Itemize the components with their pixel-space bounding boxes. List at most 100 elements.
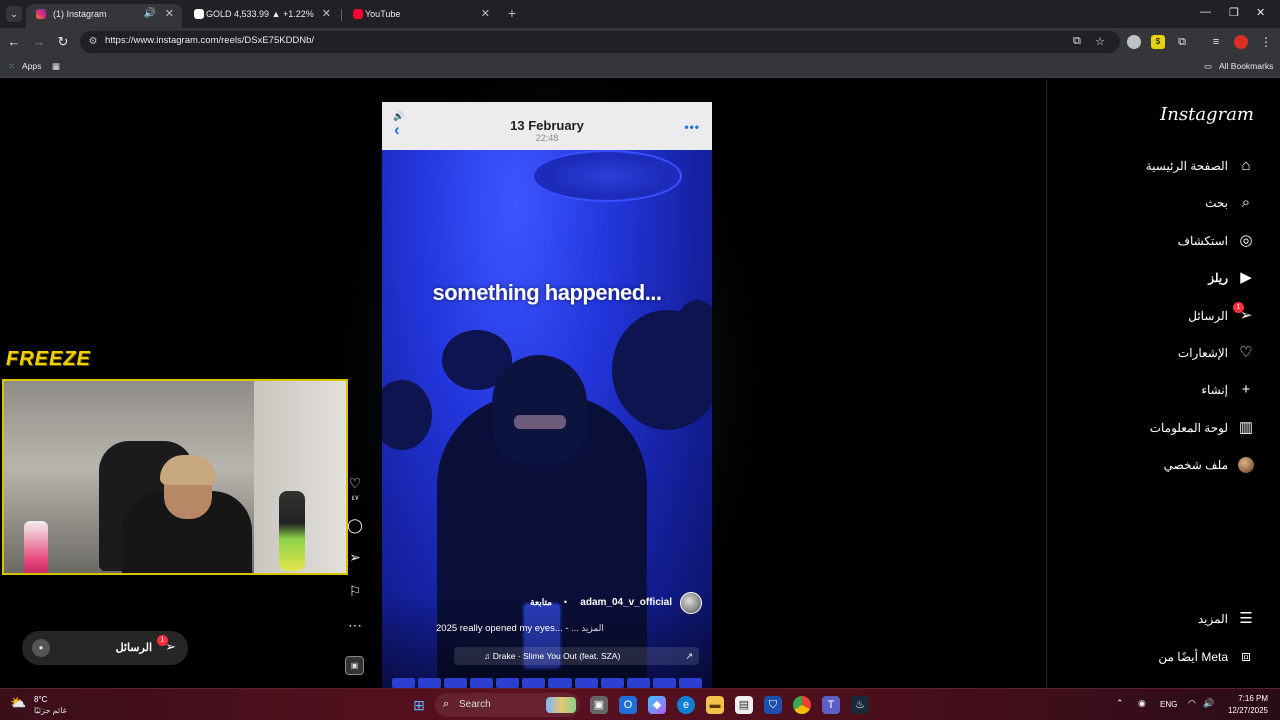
tab-strip: ⌄ (1) Instagram 🔊 ✕ GOLD 4,533.99 ▲ +1.2… [0, 0, 1280, 28]
crowd-shape [382, 380, 432, 450]
extensions-puzzle-icon[interactable]: ⧉ [1175, 35, 1189, 49]
meta-apps-icon: ⧈ [1241, 648, 1251, 665]
more-link[interactable]: ... المزيد [571, 623, 604, 633]
forward-icon[interactable]: → [31, 34, 47, 50]
tray-chevron-icon[interactable]: ⌃ [1116, 698, 1124, 709]
tab-gold[interactable]: GOLD 4,533.99 ▲ +1.22% Unn ✕ [184, 4, 339, 28]
extension-dollar-icon[interactable]: $ [1151, 35, 1165, 49]
reel-description[interactable]: 2025 really opened my eyes... - ... المز… [436, 623, 686, 634]
sidebar-more[interactable]: المزيد ☰ [1056, 609, 1256, 631]
figure-head [492, 355, 587, 465]
close-tab-icon[interactable]: ✕ [165, 4, 174, 24]
store-icon[interactable]: ▤ [735, 696, 753, 714]
author-avatar[interactable] [680, 592, 702, 614]
sidebar-item-home[interactable]: الصفحة الرئيسية ⌂ [1056, 156, 1256, 178]
extension-circle-icon[interactable] [1127, 35, 1141, 49]
tab-groups-icon[interactable]: ▦ [52, 61, 60, 72]
more-dots-icon: ••• [684, 120, 700, 134]
tab-separator [341, 9, 342, 21]
author-name[interactable]: adam_04_v_official [580, 597, 672, 608]
teams-icon[interactable]: T [822, 696, 840, 714]
audio-thumbnail-icon[interactable]: ▣ [345, 656, 364, 675]
tab-instagram[interactable]: (1) Instagram 🔊 ✕ [26, 4, 182, 28]
instagram-logo[interactable]: Instagram [1160, 104, 1254, 125]
sidebar-item-notifications[interactable]: الإشعارات ♡ [1056, 343, 1256, 365]
sidebar-item-dashboard[interactable]: لوحة المعلومات ▥ [1056, 418, 1256, 440]
reel-video[interactable]: 🔊 ‹ 13 February 22:48 ••• something happ… [382, 102, 712, 688]
reload-icon[interactable]: ↻ [55, 34, 71, 50]
partly-cloudy-icon: ⛅ [10, 695, 27, 710]
search-text: Search [459, 699, 491, 710]
minimize-icon[interactable]: — [1200, 6, 1211, 18]
restore-icon[interactable]: ❐ [1229, 6, 1239, 19]
speaker-icon[interactable]: 🔊 [144, 4, 156, 24]
save-icon[interactable]: ⚐ [343, 583, 367, 599]
sidebar-item-profile[interactable]: ملف شخصي [1056, 455, 1256, 477]
instagram-sidebar: Instagram الصفحة الرئيسية ⌂ بحث ⌕ استكشا… [1046, 79, 1280, 688]
window-close-icon[interactable]: ✕ [1256, 6, 1265, 19]
windows-start-icon[interactable]: ⊞ [411, 697, 427, 713]
bookmark-apps[interactable]: Apps [22, 61, 41, 71]
file-explorer-icon[interactable]: ▬ [706, 696, 724, 714]
address-bar[interactable]: ⚙ https://www.instagram.com/reels/DSxE75… [80, 31, 1120, 53]
search-icon: ⌕ [1241, 194, 1251, 211]
back-icon[interactable]: ← [6, 34, 22, 50]
install-app-icon[interactable]: ⧉ [1073, 35, 1081, 48]
weather-widget[interactable]: ⛅ 8°C غائم جزئيًا [10, 693, 90, 717]
url-text[interactable]: https://www.instagram.com/reels/DSxE75KD… [105, 35, 314, 46]
language-indicator[interactable]: ENG [1160, 700, 1177, 709]
edge-icon[interactable]: e [677, 696, 695, 714]
site-info-icon[interactable]: ⚙ [86, 35, 100, 49]
wifi-icon[interactable]: ◠ [1188, 698, 1196, 709]
kebab-menu-icon[interactable]: ⋮ [1259, 35, 1273, 49]
media-queue-icon[interactable]: ≡ [1209, 35, 1223, 49]
sidebar-also-from-meta[interactable]: أيضًا من Meta ⧈ [1056, 647, 1256, 669]
taskbar-search[interactable]: ⌕ Search [435, 693, 580, 717]
task-view-icon[interactable]: ▣ [590, 696, 608, 714]
description-text: 2025 really opened my eyes... - [436, 623, 569, 634]
sidebar-item-search[interactable]: بحث ⌕ [1056, 193, 1256, 215]
close-tab-icon[interactable]: ✕ [481, 4, 490, 24]
outlook-icon[interactable]: O [619, 696, 637, 714]
webcam-overlay [2, 379, 348, 575]
new-tab-button[interactable]: + [505, 5, 519, 21]
home-icon: ⌂ [1241, 157, 1251, 174]
bookmark-star-icon[interactable]: ☆ [1095, 35, 1105, 48]
taskbar-clock[interactable]: 7:16 PM 12/27/2025 [1228, 693, 1268, 717]
instagram-favicon-icon [36, 9, 46, 19]
copilot-icon[interactable]: ◆ [648, 696, 666, 714]
volume-icon[interactable]: 🔊 [1203, 698, 1214, 709]
sidebar-item-label: ملف شخصي [1163, 458, 1228, 472]
sidebar-item-messages[interactable]: الرسائل ➢ 1 [1056, 302, 1256, 328]
sidebar-item-label: استكشاف [1177, 234, 1228, 248]
sidebar-item-explore[interactable]: استكشاف ◎ [1056, 231, 1256, 253]
close-tab-icon[interactable]: ✕ [322, 4, 331, 24]
follow-button[interactable]: متابعة [530, 597, 552, 608]
reel-info: adam_04_v_official • متابعة 2025 really … [382, 592, 712, 688]
messages-badge: 1 [1233, 302, 1244, 313]
reel-message-header: 🔊 ‹ 13 February 22:48 ••• [382, 102, 712, 150]
apps-grid-icon[interactable]: ⁙ [8, 61, 15, 72]
tab-search-button[interactable]: ⌄ [6, 6, 22, 22]
sidebar-item-create[interactable]: إنشاء + [1056, 380, 1256, 402]
discord-tray-icon[interactable]: ◉ [1138, 698, 1146, 709]
messages-chip[interactable]: ● الرسائل ➢ 1 [22, 631, 188, 665]
more-options-icon[interactable]: ⋯ [343, 617, 367, 633]
reel-date: 13 February [510, 118, 584, 133]
sidebar-item-label: ريلز [1208, 271, 1228, 285]
music-bar[interactable]: ♫ Drake · Slime You Out (feat. SZA) ↗ [454, 647, 699, 665]
open-arrow-icon[interactable]: ↗ [685, 647, 693, 665]
messages-label: الرسائل [115, 642, 152, 654]
sidebar-item-reels[interactable]: ريلز ▶ [1056, 268, 1256, 290]
steam-icon[interactable]: ♨ [851, 696, 869, 714]
defender-icon[interactable]: ⛉ [764, 696, 782, 714]
profile-avatar [1238, 457, 1254, 473]
cap [160, 455, 216, 485]
chrome-icon[interactable] [793, 696, 811, 714]
tradingview-favicon-icon [194, 9, 204, 19]
profile-avatar-icon[interactable] [1234, 35, 1248, 49]
sidebar-item-label: الإشعارات [1177, 346, 1228, 360]
all-bookmarks[interactable]: All Bookmarks [1219, 61, 1273, 71]
sidebar-item-label: بحث [1205, 196, 1228, 210]
tab-youtube[interactable]: YouTube ✕ [343, 4, 498, 28]
